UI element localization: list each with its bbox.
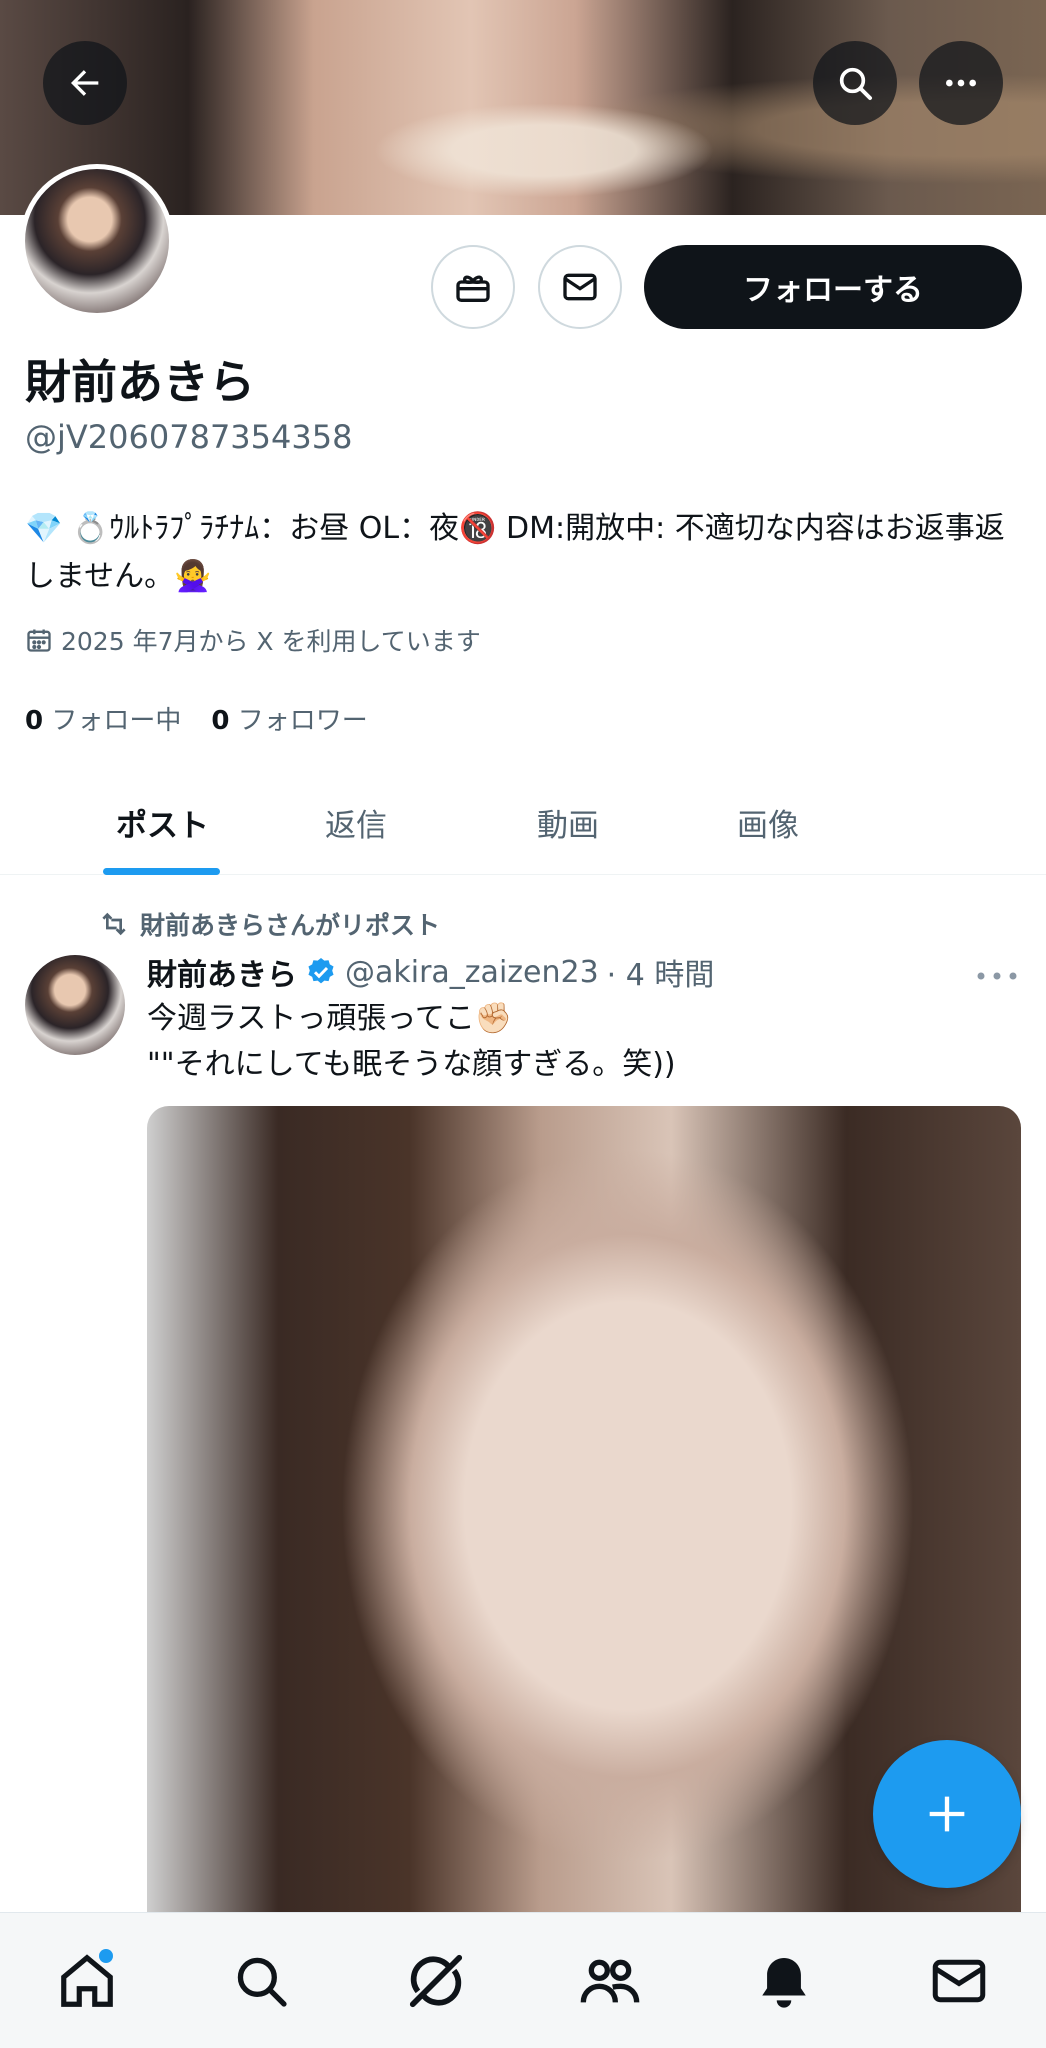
verified-badge-icon bbox=[308, 958, 334, 984]
repost-icon bbox=[102, 912, 126, 936]
tweet-text: 今週ラストっ頑張ってこ✊🏻 ""それにしても眠そうな顔すぎる。笑)) bbox=[147, 1001, 676, 1082]
tweet-more-button[interactable] bbox=[975, 968, 1019, 988]
profile-tabs: ポスト 返信 動画 画像 bbox=[0, 770, 1046, 875]
follow-button[interactable]: フォローする bbox=[644, 245, 1022, 329]
nav-notifications[interactable] bbox=[744, 1941, 824, 2021]
nav-search[interactable] bbox=[221, 1941, 301, 2021]
nav-communities[interactable] bbox=[570, 1941, 650, 2021]
more-icon bbox=[977, 972, 1017, 980]
tweet-time[interactable]: · 4 時間 bbox=[607, 950, 715, 994]
arrow-left-icon bbox=[71, 70, 99, 96]
followers-link[interactable]: 0 フォロワー bbox=[211, 700, 367, 737]
search-icon bbox=[238, 1957, 288, 2007]
bottom-navigation bbox=[0, 1912, 1046, 2048]
compose-button[interactable] bbox=[873, 1740, 1021, 1888]
gift-icon bbox=[456, 275, 490, 302]
follow-counts: 0 フォロー中 0 フォロワー bbox=[25, 700, 368, 737]
nav-grok[interactable] bbox=[396, 1941, 476, 2021]
more-icon bbox=[946, 79, 976, 87]
notifications-icon bbox=[762, 1957, 807, 2008]
following-link[interactable]: 0 フォロー中 bbox=[25, 700, 181, 737]
repost-indicator: 財前あきらさんがリポスト bbox=[98, 906, 440, 942]
tab-posts[interactable]: ポスト bbox=[0, 770, 325, 875]
profile-avatar[interactable] bbox=[20, 164, 174, 318]
joined-date: 2025 年7月から X を利用しています bbox=[25, 622, 481, 658]
tweet-header: 財前あきら @akira_zaizen23 · 4 時間 bbox=[147, 950, 714, 994]
tab-videos[interactable]: 動画 bbox=[537, 770, 737, 874]
mail-icon bbox=[563, 273, 597, 301]
joined-text: 2025 年7月から X を利用しています bbox=[61, 627, 481, 656]
profile-name: 財前あきら bbox=[25, 355, 255, 409]
nav-home[interactable] bbox=[47, 1941, 127, 2021]
plus-icon bbox=[929, 1796, 965, 1832]
active-tab-indicator bbox=[103, 868, 220, 875]
tab-images[interactable]: 画像 bbox=[737, 770, 937, 874]
back-button[interactable] bbox=[43, 41, 127, 125]
nav-messages[interactable] bbox=[919, 1941, 999, 2021]
tab-replies[interactable]: 返信 bbox=[325, 770, 537, 874]
communities-icon bbox=[580, 1959, 640, 2003]
message-button[interactable] bbox=[538, 245, 622, 329]
tweet-image[interactable] bbox=[147, 1106, 1021, 2048]
tweet-author-name[interactable]: 財前あきら bbox=[147, 950, 297, 994]
home-notification-dot bbox=[99, 1948, 114, 1963]
profile-bio: 💎 💍ｳﾙﾄﾗﾌﾟﾗﾁﾅﾑ：お昼 OL：夜🔞 DM:開放中: 不適切な内容はお返… bbox=[25, 511, 1005, 594]
calendar-icon bbox=[27, 629, 51, 652]
search-button[interactable] bbox=[813, 41, 897, 125]
gift-button[interactable] bbox=[431, 245, 515, 329]
grok-icon bbox=[409, 1954, 462, 2007]
tweet-author-handle[interactable]: @akira_zaizen23 bbox=[345, 955, 599, 990]
search-icon bbox=[839, 67, 872, 100]
more-button[interactable] bbox=[919, 41, 1003, 125]
profile-handle: @jV2060787354358 bbox=[25, 418, 353, 456]
tweet-avatar[interactable] bbox=[25, 955, 125, 1055]
messages-icon bbox=[932, 1959, 986, 2002]
